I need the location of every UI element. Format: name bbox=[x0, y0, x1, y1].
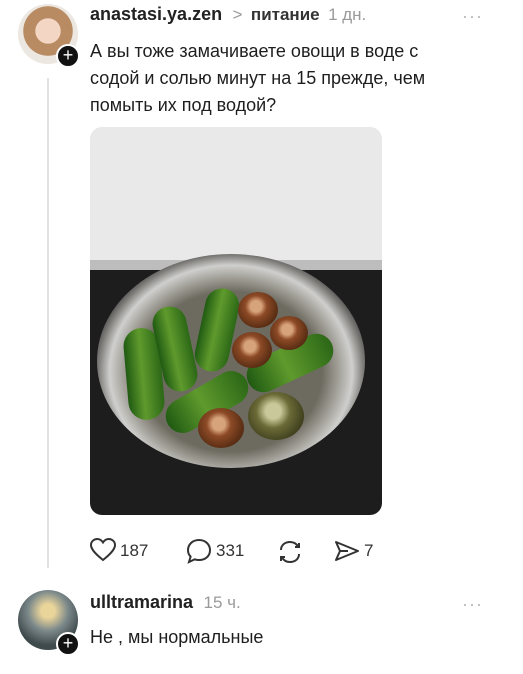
photo-tomato bbox=[198, 408, 244, 448]
photo-tomato bbox=[270, 316, 308, 350]
follow-plus-icon[interactable]: + bbox=[56, 44, 80, 68]
speech-bubble-icon bbox=[186, 538, 212, 564]
thread-line bbox=[47, 78, 49, 568]
post-menu-icon[interactable]: ··· bbox=[462, 6, 483, 27]
reply-time: 15 ч. bbox=[203, 593, 241, 612]
comment-count: 331 bbox=[216, 541, 245, 560]
photo-tomato bbox=[248, 392, 304, 440]
post-header: anastasi.ya.zen > питание 1 дн. bbox=[90, 4, 366, 25]
post-text-line: А вы тоже замачиваете овощи в воде с bbox=[90, 41, 419, 61]
reply-text: Не , мы нормальные bbox=[90, 627, 264, 647]
post-time: 1 дн. bbox=[328, 5, 367, 24]
post-text-line: содой и солью минут на 15 прежде, чем bbox=[90, 68, 426, 88]
author-name[interactable]: anastasi.ya.zen bbox=[90, 4, 222, 24]
post-text-line: помыть их под водой? bbox=[90, 95, 277, 115]
topic-link[interactable]: питание bbox=[251, 5, 320, 24]
like-count: 187 bbox=[120, 541, 149, 560]
reply-header: ulltramarina 15 ч. bbox=[90, 592, 241, 613]
follow-plus-icon[interactable]: + bbox=[56, 632, 80, 656]
post-text: А вы тоже замачиваете овощи в воде с сод… bbox=[90, 38, 425, 119]
share-count: 7 bbox=[364, 541, 374, 560]
heart-icon bbox=[90, 538, 116, 562]
send-icon bbox=[335, 541, 359, 561]
reply-menu-icon[interactable]: ··· bbox=[462, 594, 483, 615]
photo-tomato bbox=[238, 292, 278, 328]
repost-icon[interactable] bbox=[276, 539, 304, 565]
reply-author-name[interactable]: ulltramarina bbox=[90, 592, 193, 612]
breadcrumb-separator: > bbox=[232, 5, 243, 24]
photo-tomato bbox=[232, 332, 272, 368]
